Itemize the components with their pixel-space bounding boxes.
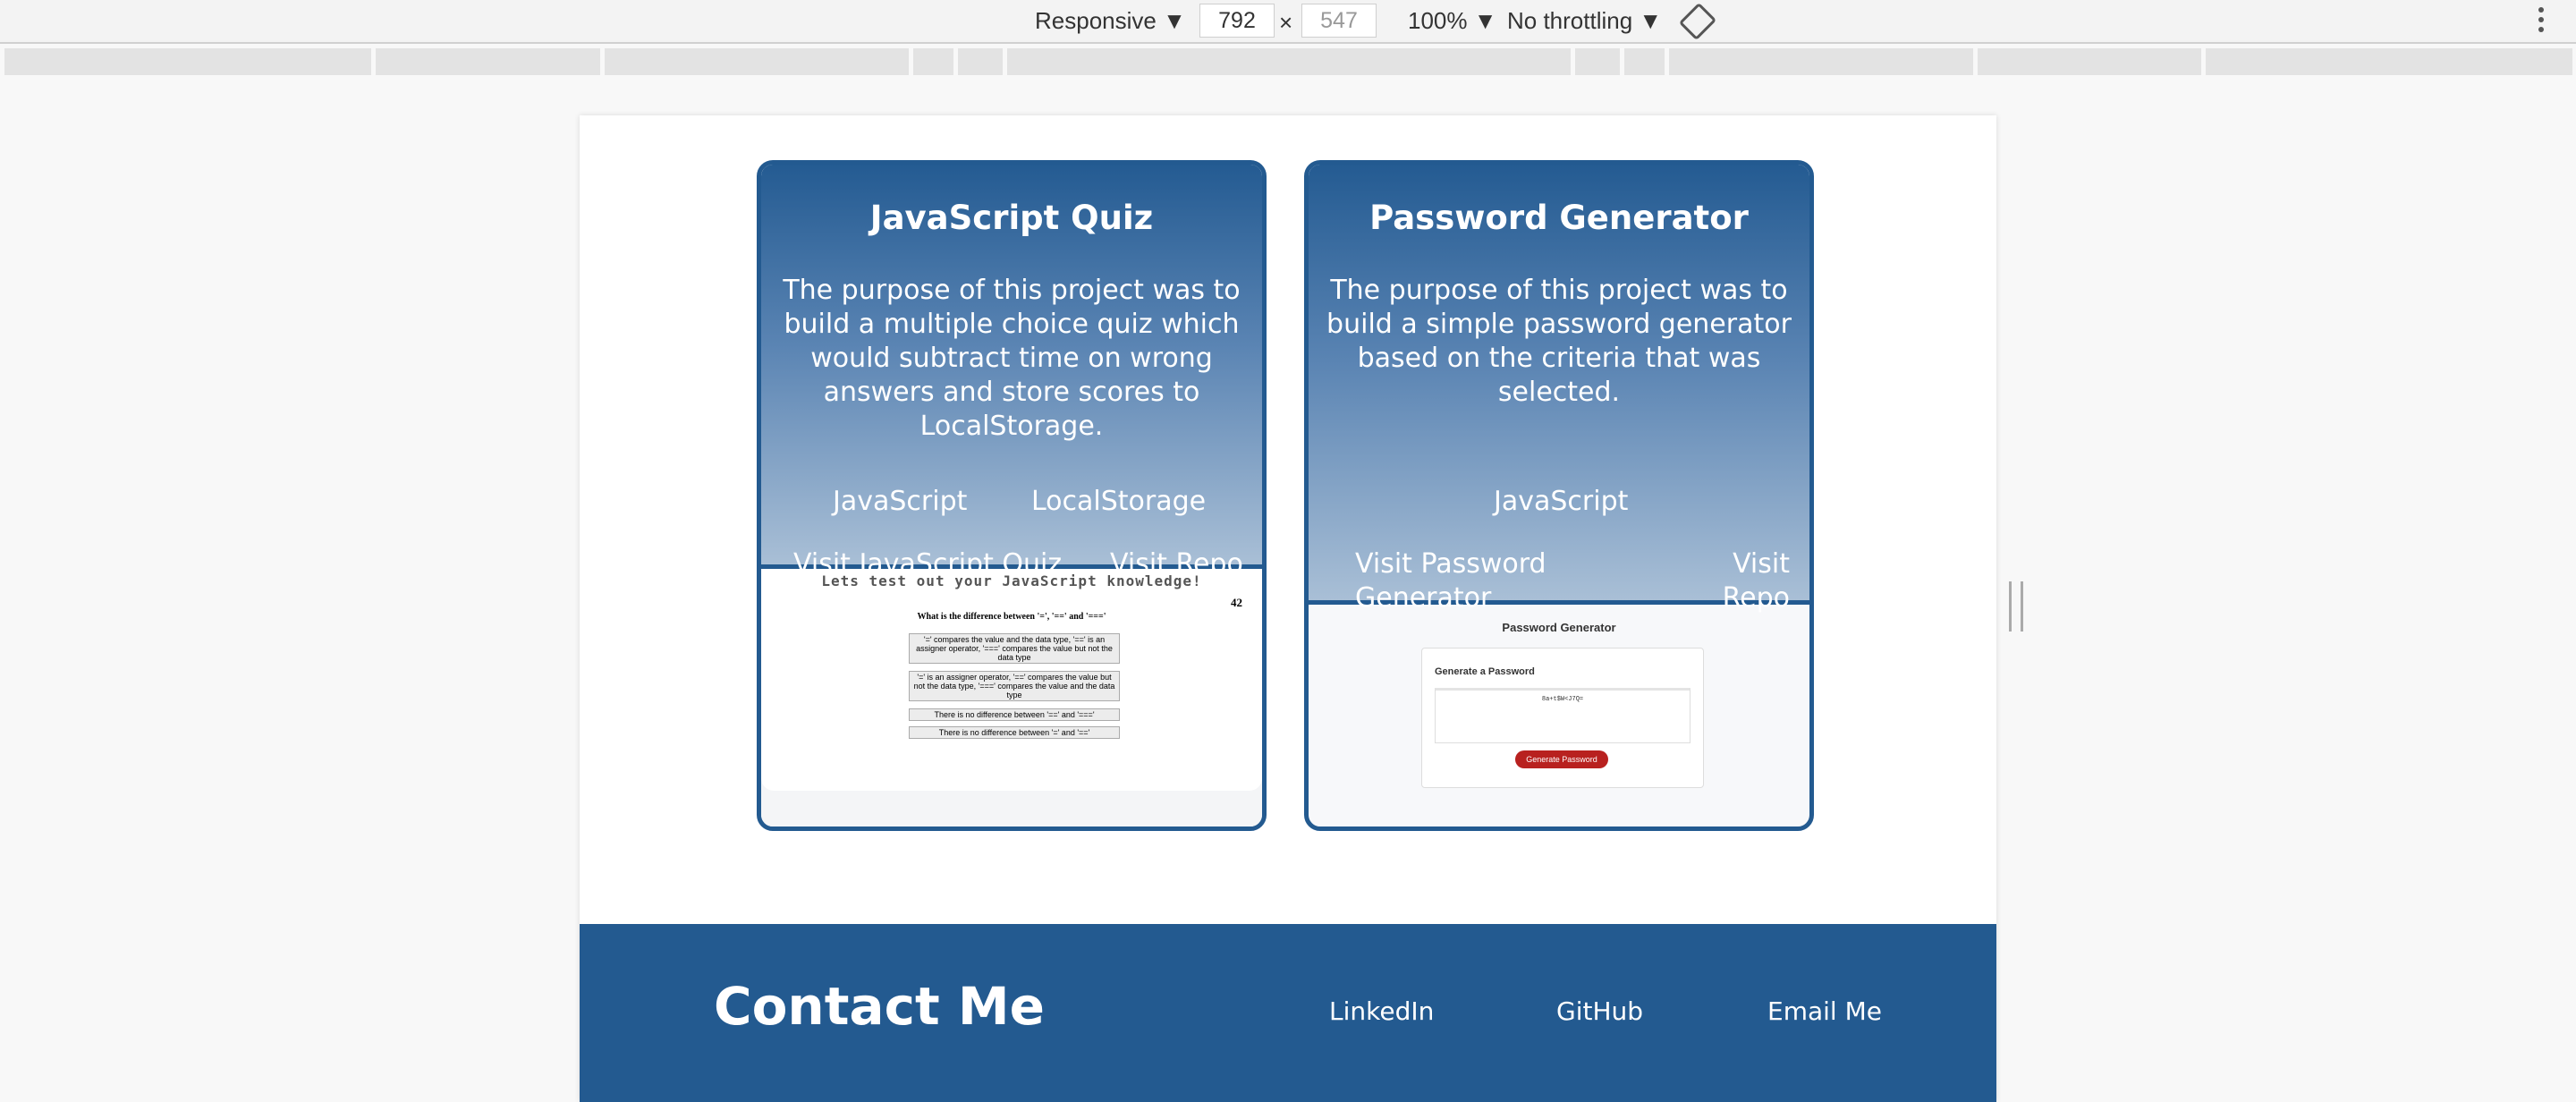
viewport-height-input[interactable]: 547: [1301, 4, 1377, 38]
media-query-segment[interactable]: [1007, 48, 1571, 75]
card-title: Password Generator: [1369, 199, 1749, 237]
contact-title: Contact Me: [714, 976, 1045, 1037]
email-link[interactable]: Email Me: [1767, 996, 1882, 1027]
password-card-title: Generate a Password: [1435, 666, 1535, 677]
device-select[interactable]: Responsive ▼: [1035, 5, 1186, 36]
media-query-segment[interactable]: [1669, 48, 1973, 75]
quiz-question: What is the difference between '=', '=='…: [917, 612, 1106, 622]
generate-password-button: Generate Password: [1515, 750, 1608, 768]
card-header: Password Generator The purpose of this p…: [1309, 165, 1809, 614]
devtools-device-toolbar: Responsive ▼ 792 × 547 100% ▼ No throttl…: [0, 0, 2576, 44]
screenshot-page: Lets test out your JavaScript knowledge!…: [761, 569, 1262, 791]
media-query-segment[interactable]: [1575, 48, 1620, 75]
media-query-segment[interactable]: [913, 48, 953, 75]
card-description: The purpose of this project was to build…: [783, 275, 1241, 442]
quiz-option: '=' compares the value and the data type…: [909, 633, 1120, 664]
password-value: 8a+t$W<J7Q=: [1541, 696, 1584, 703]
tech-tag: JavaScript: [1494, 486, 1629, 517]
media-query-segment[interactable]: [376, 48, 600, 75]
zoom-select[interactable]: 100% ▼: [1408, 5, 1496, 36]
quiz-option: '=' is an assigner operator, '==' compar…: [909, 671, 1120, 701]
quiz-timer: 42: [1231, 596, 1242, 609]
linkedin-link[interactable]: LinkedIn: [1329, 996, 1434, 1027]
media-query-segment[interactable]: [2206, 48, 2572, 75]
quiz-heading: Lets test out your JavaScript knowledge!: [821, 572, 1202, 589]
media-query-segment[interactable]: [605, 48, 909, 75]
project-card-password-generator: Password Generator The purpose of this p…: [1304, 160, 1814, 831]
tech-tag: LocalStorage: [1031, 486, 1207, 517]
viewport-resize-handle[interactable]: [2009, 581, 2023, 632]
contact-footer: Contact Me LinkedIn GitHub Email Me: [580, 924, 1996, 1102]
viewport-width-input[interactable]: 792: [1199, 4, 1275, 38]
rotate-icon[interactable]: [1678, 2, 1717, 41]
card-description: The purpose of this project was to build…: [1326, 275, 1792, 408]
dimension-times-label: ×: [1279, 9, 1293, 36]
card-title: JavaScript Quiz: [869, 199, 1154, 237]
media-query-segment[interactable]: [1624, 48, 1665, 75]
media-query-segment[interactable]: [1978, 48, 2201, 75]
page-viewport: JavaScript Quiz The purpose of this proj…: [580, 115, 1996, 1102]
project-screenshot[interactable]: Lets test out your JavaScript knowledge!…: [761, 569, 1262, 826]
quiz-option: There is no difference between '==' and …: [909, 708, 1120, 721]
throttling-select[interactable]: No throttling ▼: [1507, 5, 1662, 36]
github-link[interactable]: GitHub: [1556, 996, 1643, 1027]
quiz-option: There is no difference between '=' and '…: [909, 726, 1120, 739]
tech-tag: JavaScript: [833, 486, 968, 517]
project-screenshot[interactable]: Password Generator Generate a Password 8…: [1309, 605, 1809, 826]
password-output: 8a+t$W<J7Q=: [1435, 688, 1690, 743]
password-generator-heading: Password Generator: [1502, 621, 1616, 634]
media-query-segment[interactable]: [4, 48, 371, 75]
project-card-javascript-quiz: JavaScript Quiz The purpose of this proj…: [757, 160, 1267, 831]
password-card: Generate a Password 8a+t$W<J7Q= Generate…: [1421, 648, 1704, 788]
more-options-icon[interactable]: [2538, 7, 2544, 36]
card-header: JavaScript Quiz The purpose of this proj…: [761, 165, 1262, 580]
media-query-segment[interactable]: [958, 48, 1003, 75]
